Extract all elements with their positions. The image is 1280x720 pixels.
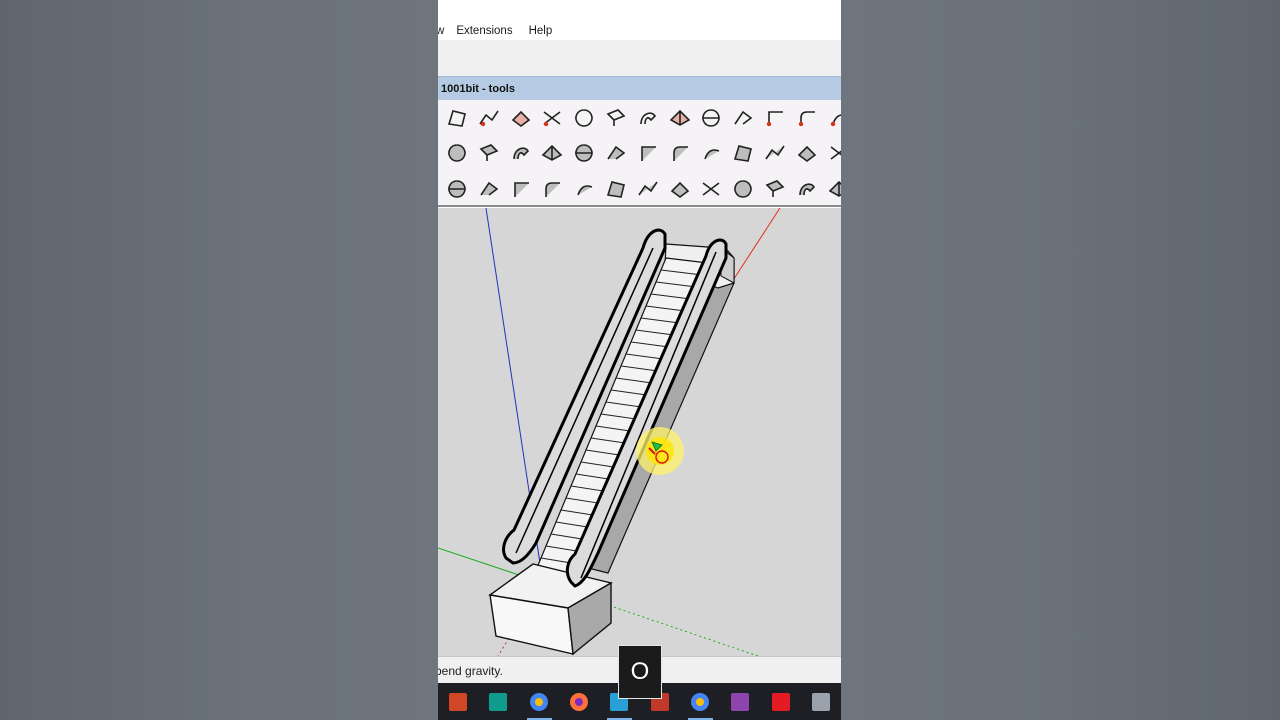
cylinder-tool-icon[interactable] — [603, 140, 629, 166]
arc-red-tool-icon[interactable] — [826, 105, 841, 131]
autocad-taskbar-icon[interactable] — [760, 683, 800, 720]
key-press-overlay: O — [618, 645, 662, 699]
stair-outline-tool-icon[interactable] — [826, 140, 841, 166]
sketchup-window: w Extensions Help 1001bit - tools bend g… — [438, 0, 841, 720]
ramp-tool-icon[interactable] — [730, 140, 756, 166]
powerpoint-taskbar-icon[interactable] — [438, 683, 478, 720]
fill-face-tool-icon[interactable] — [508, 105, 534, 131]
rafters-tool-icon[interactable] — [698, 176, 724, 202]
polygon-tool-icon[interactable] — [444, 105, 470, 131]
red-axis — [727, 208, 781, 289]
columns-tool-icon[interactable] — [539, 140, 565, 166]
spiral-stair-tool-icon[interactable] — [794, 140, 820, 166]
fence-tool-icon[interactable] — [762, 176, 788, 202]
winrar-taskbar-icon[interactable] — [720, 683, 760, 720]
steps-block-tool-icon[interactable] — [698, 140, 724, 166]
bend-tool-icon[interactable] — [635, 105, 661, 131]
sphere-tool-icon[interactable] — [698, 105, 724, 131]
status-text: bend gravity. — [438, 664, 503, 678]
chrome-taskbar-icon[interactable] — [680, 683, 720, 720]
pyramid-tool-icon[interactable] — [508, 140, 534, 166]
toolbar-dock — [438, 40, 841, 76]
grid-tool-icon[interactable] — [571, 176, 597, 202]
gable-roof-tool-icon[interactable] — [826, 176, 841, 202]
filmora-taskbar-icon[interactable] — [478, 683, 518, 720]
divide-line-tool-icon[interactable] — [539, 105, 565, 131]
menu-bar: w Extensions Help — [438, 0, 841, 40]
roof-tool-icon[interactable] — [667, 105, 693, 131]
spiral-ramp-tool-icon[interactable] — [444, 176, 470, 202]
louver-tool-icon[interactable] — [476, 176, 502, 202]
leaf-face-tool-icon[interactable] — [635, 140, 661, 166]
circle-points-tool-icon[interactable] — [571, 105, 597, 131]
3d-viewport[interactable] — [438, 208, 841, 656]
firefox-taskbar-icon[interactable] — [559, 683, 599, 720]
framing-tool-icon[interactable] — [635, 176, 661, 202]
door-tool-icon[interactable] — [508, 176, 534, 202]
wall-opening-tool-icon[interactable] — [476, 140, 502, 166]
tool-row-2 — [444, 140, 841, 166]
staircase-tool-icon[interactable] — [762, 140, 788, 166]
toolbar-title[interactable]: 1001bit - tools — [438, 76, 841, 100]
network-taskbar-icon[interactable] — [801, 683, 841, 720]
tool-row-1 — [444, 105, 841, 131]
menu-view-cut[interactable]: w — [438, 25, 444, 37]
fold-tool-icon[interactable] — [730, 105, 756, 131]
window-tool-icon[interactable] — [539, 176, 565, 202]
hip-roof-tool-icon[interactable] — [794, 176, 820, 202]
corner-tool-icon[interactable] — [762, 105, 788, 131]
balusters-tool-icon[interactable] — [571, 140, 597, 166]
fillet-tool-icon[interactable] — [794, 105, 820, 131]
menu-extensions[interactable]: Extensions — [456, 25, 512, 37]
truss-tool-icon[interactable] — [730, 176, 756, 202]
tools-toolbar — [438, 100, 841, 207]
escalator-model — [438, 208, 781, 656]
tool-row-3 — [444, 176, 841, 202]
lattice-tool-icon[interactable] — [603, 176, 629, 202]
slab-tool-icon[interactable] — [444, 140, 470, 166]
chrome-taskbar-icon[interactable] — [519, 683, 559, 720]
joists-tool-icon[interactable] — [667, 176, 693, 202]
wedge-tool-icon[interactable] — [667, 140, 693, 166]
extrude-face-tool-icon[interactable] — [603, 105, 629, 131]
menu-help[interactable]: Help — [529, 25, 553, 37]
polyline-tool-icon[interactable] — [476, 105, 502, 131]
